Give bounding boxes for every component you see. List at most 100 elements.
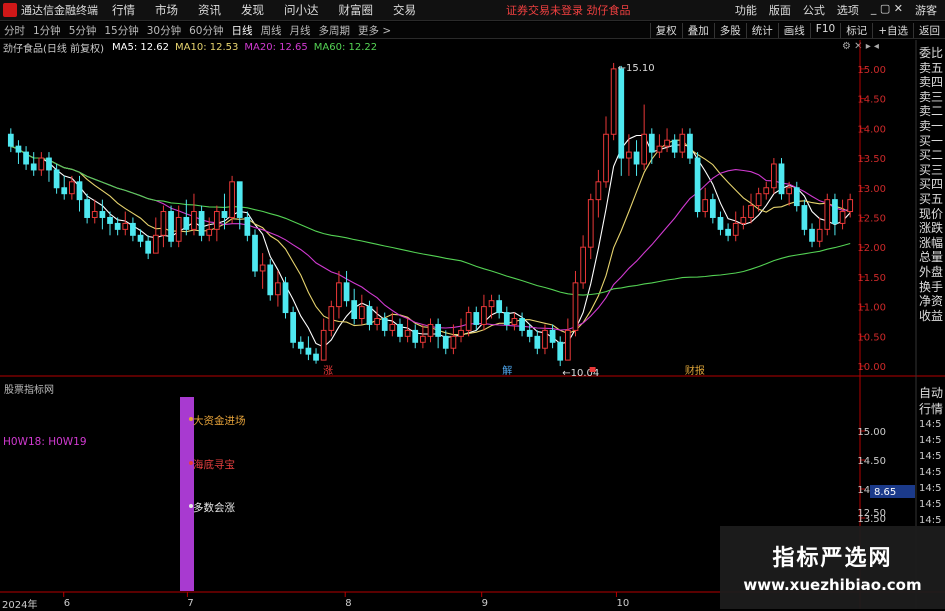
y-tick-label: 11.50 (857, 273, 886, 284)
candle-body (740, 216, 747, 224)
candle-body (473, 312, 480, 325)
candle-body (557, 341, 564, 361)
candle-body (366, 306, 373, 325)
y-tick-label: 13.50 (857, 154, 886, 165)
indicator-signal-bar (180, 397, 194, 591)
current-value-label: 8.65 (874, 487, 896, 498)
event-marker-label: 解 (502, 364, 512, 377)
indicator-lines: H0W18: H0W19 (3, 436, 87, 448)
y-tick-label: 10.00 (857, 362, 886, 373)
candle-body (381, 318, 388, 331)
tick-mode-label[interactable]: 自动 (917, 385, 945, 401)
ma5-line (10, 134, 851, 348)
quote-field-label: 卖一 (919, 118, 944, 133)
y-tick-label: 12.00 (857, 243, 886, 254)
x-month-label: 6 (64, 598, 70, 609)
tick-mode-label[interactable]: 行情 (917, 401, 945, 417)
quote-field-label: 总量 (919, 250, 944, 265)
quote-field-label: 净资 (919, 294, 944, 309)
high-label: ←15.10 (618, 63, 655, 74)
candle-body (183, 216, 190, 230)
candle-body (465, 312, 472, 331)
candle-body (748, 205, 754, 218)
candle-body (572, 282, 579, 331)
candle-body (755, 193, 762, 207)
candle-body (435, 323, 441, 337)
tick-time: 14:5 (919, 499, 942, 510)
event-marker-label: 涨 (323, 365, 333, 377)
candle-body (717, 216, 724, 230)
candle-body (206, 228, 213, 236)
y-tick-label: 12.50 (857, 213, 886, 224)
candle-body (107, 216, 113, 224)
candle-body (313, 353, 319, 361)
candle-body (641, 133, 648, 165)
candle-body (76, 181, 83, 201)
candle-body (564, 329, 571, 361)
candle-body (542, 329, 548, 349)
event-marker-dot (589, 367, 596, 372)
candle-body (191, 211, 197, 230)
quote-field-label: 外盘 (919, 264, 944, 279)
event-marker-label: 财报 (685, 364, 705, 377)
candle-body (358, 306, 365, 320)
candle-body (7, 133, 14, 147)
ind-y-tick-label: 15.00 (857, 427, 886, 438)
price-chart[interactable]: 15.00 14.50 14.00 13.50 13.00 12.50 12.00 11.50… (0, 0, 945, 609)
signal-big-money: 大资金进场 (193, 415, 246, 427)
x-month-label: 7 (187, 598, 193, 609)
candle-body (793, 187, 800, 207)
candle-body (404, 329, 411, 337)
candle-body (236, 181, 243, 218)
candle-body (160, 211, 167, 236)
candle-body (763, 187, 770, 195)
candle-body (122, 222, 129, 230)
ind-low-tick: 12.50 (857, 508, 886, 519)
candle-body (389, 323, 396, 331)
candle-body (84, 199, 90, 218)
candle-body (68, 181, 75, 195)
tick-time: 14:5 (919, 435, 942, 446)
candle-body (336, 282, 342, 308)
quote-field-label: 涨跌 (919, 221, 944, 236)
candle-body (221, 211, 228, 218)
candle-body (832, 199, 838, 224)
candle-body (450, 335, 457, 349)
candle-body (427, 323, 434, 337)
y-tick-label: 11.00 (857, 303, 886, 314)
candle-body (587, 199, 594, 248)
quote-field-label: 卖三 (919, 89, 944, 104)
candle-body (771, 163, 777, 189)
candle-body (511, 318, 518, 325)
quote-field-label: 买四 (919, 177, 944, 192)
candle-body (397, 323, 403, 337)
candle-body (519, 318, 525, 331)
candle-body (534, 335, 541, 349)
quote-field-label: 卖四 (919, 75, 944, 90)
candle-body (244, 216, 251, 236)
candle-body (38, 157, 45, 171)
candle-body (152, 234, 159, 254)
candle-body (130, 222, 136, 236)
ma20-line (10, 145, 851, 331)
candle-body (847, 199, 854, 213)
candle-body (23, 151, 29, 165)
candle-body (702, 199, 709, 213)
candle-body (709, 199, 716, 218)
x-month-label: 8 (345, 598, 351, 609)
candle-body (671, 139, 678, 153)
candle-body (61, 187, 68, 195)
y-tick-label: 14.50 (857, 95, 886, 106)
signal-likely-rise: 多数会涨 (193, 502, 235, 514)
quote-field-label: 买一 (919, 133, 944, 148)
candle-body (229, 181, 235, 218)
candle-body (481, 306, 487, 325)
candle-body (412, 329, 419, 343)
watermark-title: 指标严选网 (772, 546, 893, 571)
candle-body (656, 145, 663, 153)
candle-body (305, 347, 312, 355)
tick-time: 14:5 (919, 451, 942, 462)
candle-body (275, 282, 281, 296)
candle-body (610, 68, 617, 135)
watermark-url: www.xuezhibiao.com (743, 576, 922, 594)
